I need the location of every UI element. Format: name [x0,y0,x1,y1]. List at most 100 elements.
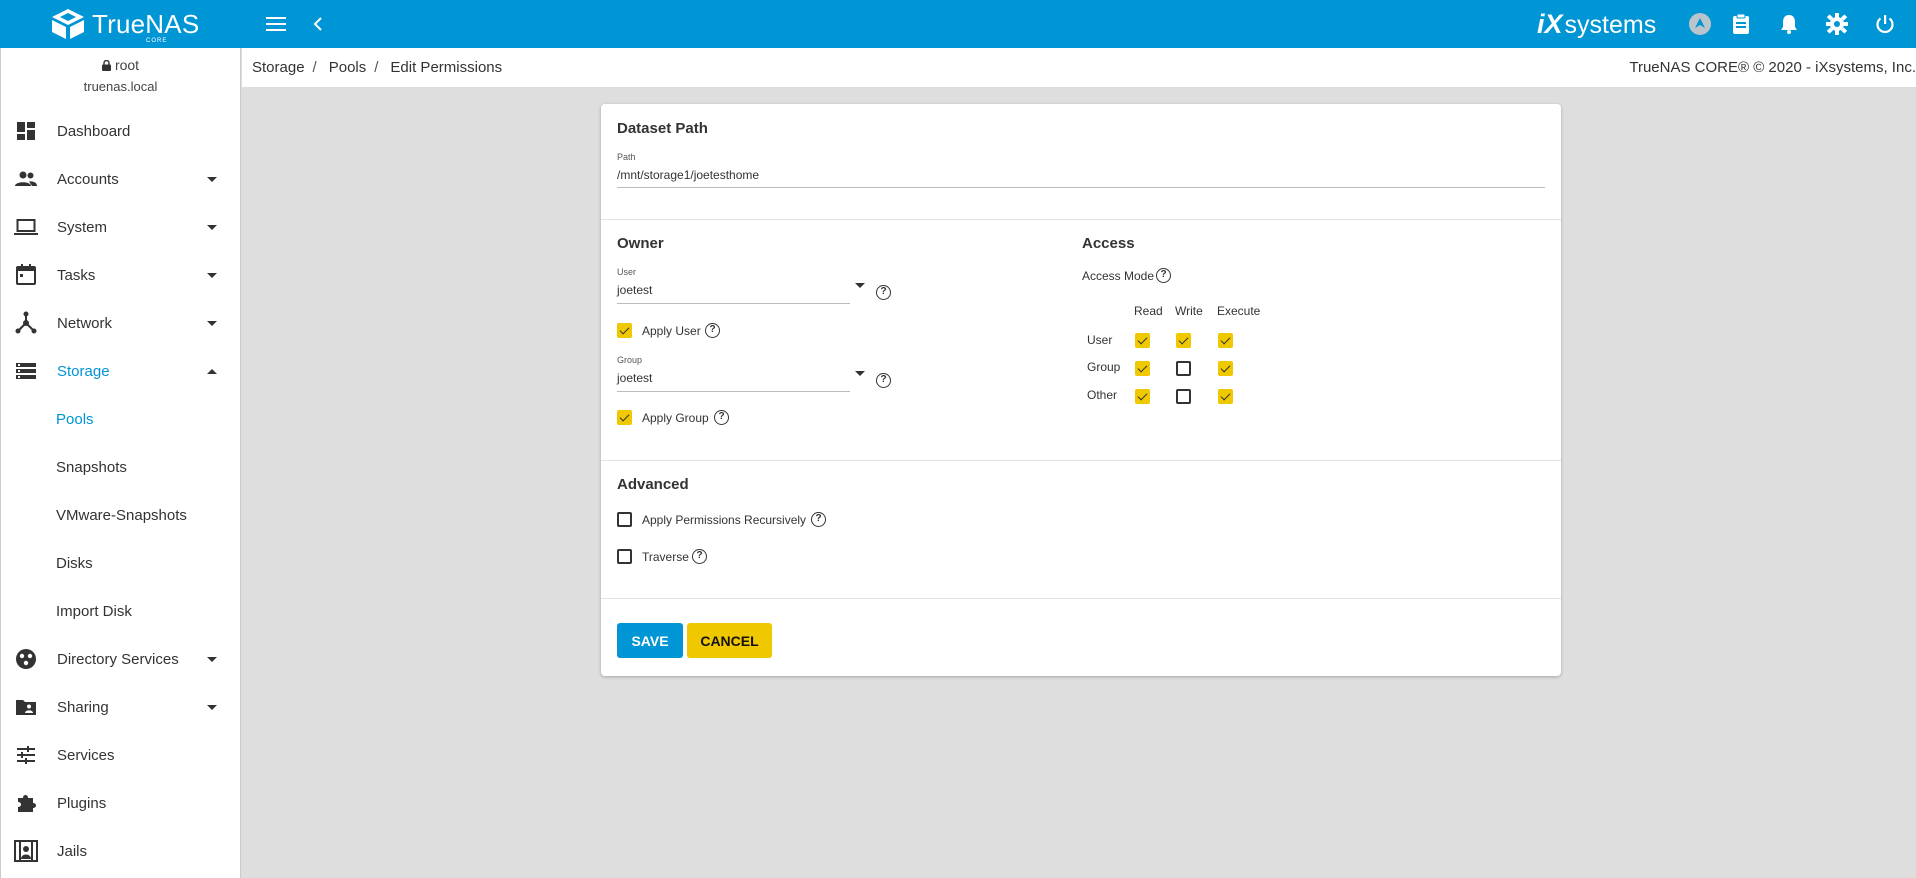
user-select-dropdown-icon[interactable] [855,283,865,288]
sidebar-item-accounts[interactable]: Accounts [1,155,241,203]
perm-header-write: Write [1175,304,1203,318]
storage-icon [16,363,36,379]
sidebar-item-dashboard[interactable]: Dashboard [1,107,241,155]
directory-icon [16,649,36,669]
group-execute-checkbox[interactable] [1218,361,1233,376]
access-mode-label: Access Mode [1082,269,1155,283]
truenas-logo[interactable]: TrueNAS CORE [50,8,199,44]
traverse-help-icon[interactable]: ? [692,549,707,564]
user-select-underline [617,303,850,304]
sliders-icon [17,746,35,764]
apply-user-help-icon[interactable]: ? [705,323,720,338]
save-button[interactable]: SAVE [617,623,683,658]
other-execute-checkbox[interactable] [1218,389,1233,404]
access-title: Access [1082,235,1135,252]
sidebar-item-jails[interactable]: Jails [1,827,241,875]
group-select-value[interactable]: joetest [617,371,652,385]
puzzle-icon [18,795,36,812]
sidebar-item-services[interactable]: Services [1,731,241,779]
apply-group-checkbox[interactable] [617,410,632,425]
access-mode-help-icon[interactable]: ? [1156,268,1171,283]
user-write-checkbox[interactable] [1176,333,1191,348]
ix-logo-text: iX [1537,9,1563,39]
logo-sub: CORE [146,38,168,44]
apply-group-help-icon[interactable]: ? [714,410,729,425]
group-select-label: Group [617,355,643,365]
sidebar-item-directory-services[interactable]: Directory Services [1,635,241,683]
sidebar-subitem-snapshots[interactable]: Snapshots [1,443,241,491]
dataset-path-title: Dataset Path [617,120,708,137]
dashboard-icon [17,122,35,140]
sidebar-item-label: Network [57,314,113,332]
user-read-checkbox[interactable] [1135,333,1150,348]
other-write-checkbox[interactable] [1176,389,1191,404]
sidebar-item-label: Jails [57,842,88,860]
sidebar-item-sharing[interactable]: Sharing [1,683,241,731]
sidebar-subitem-vmware-snapshots[interactable]: VMware-Snapshots [1,491,241,539]
path-value: /mnt/storage1/joetesthome [617,168,760,182]
sidebar-subitem-label: Import Disk [56,602,132,620]
sidebar-item-label: System [57,218,108,236]
group-help-icon[interactable]: ? [876,373,891,388]
user-name: root [114,57,140,73]
truenas-logo-icon [52,9,84,39]
sidebar-item-network[interactable]: Network [1,299,241,347]
chevron-down-icon [207,224,217,230]
top-bar: TrueNAS CORE iX systems [0,0,1916,48]
sidebar-item-label: Services [57,746,115,764]
chevron-up-icon [207,368,217,374]
sidebar-subitem-label: Disks [56,554,93,572]
perm-header-execute: Execute [1217,304,1261,318]
truecommand-icon[interactable] [1688,12,1712,36]
user-select-value[interactable]: joetest [617,283,652,297]
user-execute-checkbox[interactable] [1218,333,1233,348]
perm-row-user-label: User [1087,333,1113,347]
apply-recursively-help-icon[interactable]: ? [811,512,826,527]
user-select-label: User [617,267,637,277]
sidebar-item-label: Tasks [57,266,96,284]
path-label: Path [617,152,636,162]
back-chevron-icon[interactable] [306,12,330,36]
breadcrumb-storage[interactable]: Storage [252,59,305,76]
user-help-icon[interactable]: ? [876,285,891,300]
apply-user-checkbox[interactable] [617,323,632,338]
sidebar-item-tasks[interactable]: Tasks [1,251,241,299]
breadcrumb-pools[interactable]: Pools [329,59,367,76]
menu-icon[interactable] [264,12,288,36]
ixsystems-logo[interactable]: iX systems [1537,9,1656,40]
sidebar-subitem-label: Snapshots [56,458,127,476]
clipboard-icon[interactable] [1729,12,1753,36]
bell-icon[interactable] [1777,12,1801,36]
group-select-dropdown-icon[interactable] [855,371,865,376]
other-read-checkbox[interactable] [1135,389,1150,404]
traverse-label: Traverse [642,550,689,564]
gear-icon[interactable] [1825,12,1849,36]
group-write-checkbox[interactable] [1176,361,1191,376]
sidebar-subitem-pools[interactable]: Pools [1,395,241,443]
sidebar-item-storage[interactable]: Storage [1,347,241,395]
advanced-title: Advanced [617,476,689,493]
path-field-underline [617,187,1545,188]
power-icon[interactable] [1873,12,1897,36]
sidebar-subitem-import-disk[interactable]: Import Disk [1,587,241,635]
section-divider [601,219,1561,220]
apply-group-label: Apply Group [642,411,709,425]
sidebar-item-label: Directory Services [57,650,179,668]
sidebar-item-label: Sharing [57,698,109,716]
jail-icon [14,840,38,862]
group-read-checkbox[interactable] [1135,361,1150,376]
traverse-checkbox[interactable] [617,549,632,564]
laptop-icon [14,219,38,235]
sidebar-subitem-disks[interactable]: Disks [1,539,241,587]
accounts-icon [15,171,37,186]
sidebar-item-plugins[interactable]: Plugins [1,779,241,827]
sidebar-subitem-label: VMware-Snapshots [56,506,187,524]
sidebar-item-system[interactable]: System [1,203,241,251]
apply-recursively-checkbox[interactable] [617,512,632,527]
breadcrumb-bar: Storage / Pools / Edit Permissions TrueN… [242,48,1916,88]
group-select-underline [617,391,850,392]
breadcrumb-separator: / [374,59,379,76]
chevron-down-icon [207,656,217,662]
host-name: truenas.local [83,79,158,94]
cancel-button[interactable]: CANCEL [687,623,772,658]
